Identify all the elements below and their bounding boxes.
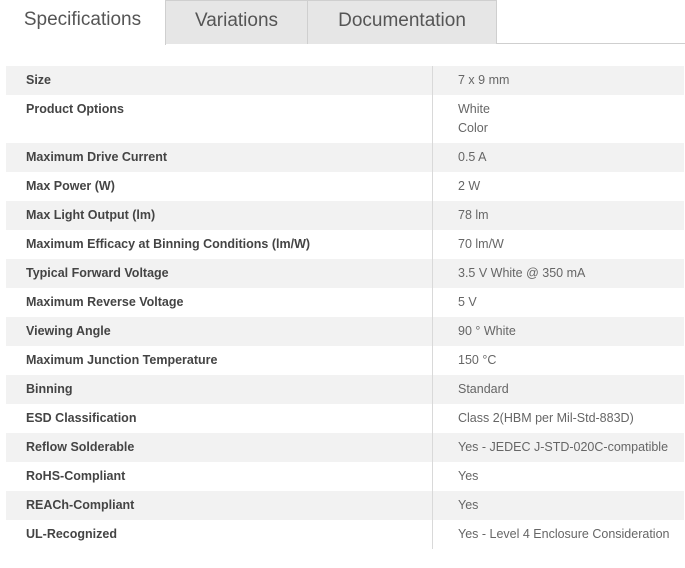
table-row: Maximum Junction Temperature 150 °C [6,346,684,375]
spec-value: 70 lm/W [432,230,684,259]
spec-label: Maximum Drive Current [26,150,168,164]
table-row: Typical Forward Voltage 3.5 V White @ 350… [6,259,684,288]
spec-value: Yes - JEDEC J-STD-020C-compatible [432,433,684,462]
spec-value-line: Color [458,121,488,135]
spec-label: Max Light Output (lm) [26,208,156,222]
spec-value: 0.5 A [432,143,684,172]
tab-variations[interactable]: Variations [166,0,308,44]
table-row: Binning Standard [6,375,684,404]
spec-label: Binning [26,382,73,396]
spec-value-line: Yes [458,469,479,483]
spec-value-line: 3.5 V White @ 350 mA [458,266,586,280]
spec-label: Maximum Efficacy at Binning Conditions (… [26,237,311,251]
spec-label: RoHS-Compliant [26,469,126,483]
spec-value: 90 ° White [432,317,684,346]
specifications-table: Size 7 x 9 mm Product Options White Color Max… [6,66,684,549]
spec-value-line: Yes [458,498,479,512]
spec-value-line: White [458,102,490,116]
table-row: ESD Classification Class 2(HBM per Mil-St… [6,404,684,433]
spec-value-line: Class 2(HBM per Mil-Std-883D) [458,411,634,425]
spec-value: 78 lm [432,201,684,230]
spec-value: 150 °C [432,346,684,375]
spec-label: Product Options [26,102,124,116]
table-row: Maximum Reverse Voltage 5 V [6,288,684,317]
table-row: RoHS-Compliant Yes [6,462,684,491]
spec-value-line: Yes - JEDEC J-STD-020C-compatible [458,440,669,454]
spec-value: Yes - Level 4 Enclosure Consideration [432,520,684,549]
spec-value-line: 0.5 A [458,150,487,164]
spec-value: Yes [432,491,684,520]
table-row: Max Light Output (lm) 78 lm [6,201,684,230]
spec-value: 5 V [432,288,684,317]
spec-value: 7 x 9 mm [432,66,684,95]
spec-value-line: Yes - Level 4 Enclosure Consideration [458,527,670,541]
spec-label: ESD Classification [26,411,137,425]
spec-value-line: 70 lm/W [458,237,504,251]
spec-value-line: 2 W [458,179,481,193]
spec-value: Standard [432,375,684,404]
table-row: Product Options White Color [6,95,684,143]
spec-label: REACh-Compliant [26,498,135,512]
spec-value-line: 90 ° White [458,324,516,338]
tab-bar: Specifications Variations Documentation [0,0,685,45]
table-row: Viewing Angle 90 ° White [6,317,684,346]
spec-value-line: Standard [458,382,509,396]
spec-label: Maximum Junction Temperature [26,353,218,367]
spec-value-line: 78 lm [458,208,489,222]
spec-label: Size [26,73,52,87]
spec-value: 3.5 V White @ 350 mA [432,259,684,288]
spec-value: Class 2(HBM per Mil-Std-883D) [432,404,684,433]
table-row: Maximum Efficacy at Binning Conditions (… [6,230,684,259]
table-row: Reflow Solderable Yes - JEDEC J-STD-020C-… [6,433,684,462]
table-row: Size 7 x 9 mm [6,66,684,95]
spec-value: 2 W [432,172,684,201]
spec-value-line: 7 x 9 mm [458,73,510,87]
spec-label: Viewing Angle [26,324,111,338]
spec-label: Reflow Solderable [26,440,135,454]
table-row: UL-Recognized Yes - Level 4 Enclosure Con… [6,520,684,549]
spec-label: Typical Forward Voltage [26,266,169,280]
spec-value: Yes [432,462,684,491]
table-row: REACh-Compliant Yes [6,491,684,520]
spec-value-line: 5 V [458,295,477,309]
spec-label: Max Power (W) [26,179,115,193]
tab-specifications[interactable]: Specifications [0,0,166,45]
tab-documentation[interactable]: Documentation [308,0,497,44]
table-row: Maximum Drive Current 0.5 A [6,143,684,172]
spec-label: Maximum Reverse Voltage [26,295,184,309]
spec-label: UL-Recognized [26,527,117,541]
spec-value: White Color [432,95,684,143]
spec-value-line: 150 °C [458,353,497,367]
table-row: Max Power (W) 2 W [6,172,684,201]
